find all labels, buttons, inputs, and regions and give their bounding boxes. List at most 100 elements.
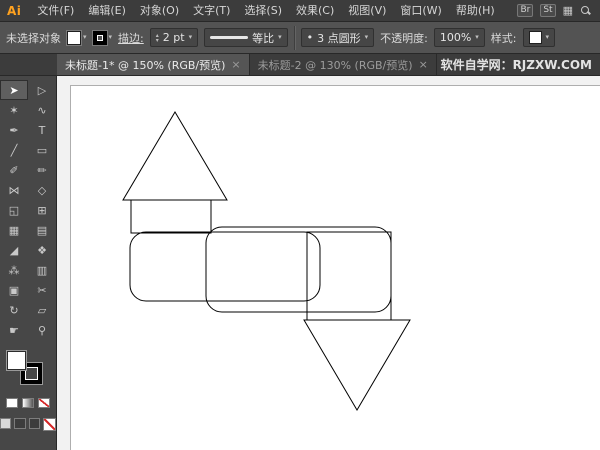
tabbar-spacer (0, 54, 57, 75)
tool-glyph-icon: ▷ (37, 83, 47, 97)
menu-items: 文件(F) 编辑(E) 对象(O) 文字(T) 选择(S) 效果(C) 视图(V… (30, 0, 501, 22)
pen-tool[interactable]: ✒ (0, 120, 28, 140)
menu-window[interactable]: 窗口(W) (393, 0, 448, 22)
menu-effect[interactable]: 效果(C) (289, 0, 341, 22)
tool-glyph-icon: ▱ (37, 303, 47, 317)
workspace-switcher-icon[interactable]: ▦ (563, 0, 573, 22)
fill-swatch[interactable] (6, 350, 27, 371)
mesh-tool[interactable]: ▦ (0, 220, 28, 240)
rotate-tool[interactable]: ↻ (0, 300, 28, 320)
chevron-down-icon[interactable]: ▾ (475, 34, 479, 41)
gradient-button[interactable] (22, 398, 34, 408)
tool-glyph-icon: ➤ (9, 83, 19, 97)
scale-tool[interactable]: ▱ (28, 300, 56, 320)
hand-tool[interactable]: ☛ (0, 320, 28, 340)
stroke-none-swatch[interactable] (42, 418, 56, 431)
zoom-tool[interactable]: ⚲ (28, 320, 56, 340)
tool-glyph-icon: ⊞ (37, 203, 47, 217)
divider (293, 25, 295, 50)
gradient-tool[interactable]: ▤ (28, 220, 56, 240)
artboard-tool[interactable]: ▣ (0, 280, 28, 300)
rounded-rect-left[interactable] (129, 231, 321, 302)
column-graph-tool[interactable]: ▥ (28, 260, 56, 280)
tool-glyph-icon: ╱ (10, 143, 18, 157)
opacity-label[interactable]: 不透明度: (380, 30, 428, 46)
free-transform-tool[interactable]: ◇ (28, 180, 56, 200)
menu-type[interactable]: 文字(T) (186, 0, 237, 22)
stroke-profile-dropdown[interactable]: 等比 ▾ (204, 28, 288, 47)
opacity-field[interactable]: 100% ▾ (433, 28, 485, 47)
stroke-width-field[interactable]: ▴ ▾ 2 pt ▾ (149, 28, 199, 47)
none-button[interactable] (38, 398, 50, 408)
stepper-down-icon[interactable]: ▾ (156, 37, 159, 43)
tool-grid: ➤ ▷ ✶ ∿ ✒ T ╱ ▭ ✐ ✏ ⋈ ◇ ◱ ⊞ ▦ ▤ ◢ ❖ ⁂ ▥ … (0, 80, 56, 340)
tab-untitled-1[interactable]: 未标题-1* @ 150% (RGB/预览) × (57, 54, 250, 75)
brush-definition-dropdown[interactable]: • 3 点圆形 ▾ (300, 28, 375, 47)
down-arrow-triangle[interactable] (303, 319, 411, 411)
chevron-down-icon[interactable]: ▾ (189, 34, 193, 41)
symbol-sprayer-tool[interactable]: ⁂ (0, 260, 28, 280)
tool-glyph-icon: ◢ (9, 243, 19, 257)
draw-normal-button[interactable] (0, 418, 12, 429)
document-tabs: 未标题-1* @ 150% (RGB/预览) × 未标题-2 @ 130% (R… (57, 54, 437, 75)
type-tool[interactable]: T (28, 120, 56, 140)
tool-glyph-icon: ▭ (36, 143, 48, 157)
slice-tool[interactable]: ✂ (28, 280, 56, 300)
chevron-down-icon: ▾ (108, 33, 113, 41)
line-segment-tool[interactable]: ╱ (0, 140, 28, 160)
rounded-rect-right[interactable] (205, 226, 392, 313)
rectangle-tool[interactable]: ▭ (28, 140, 56, 160)
tab-untitled-2[interactable]: 未标题-2 @ 130% (RGB/预览) × (249, 54, 437, 75)
menu-view[interactable]: 视图(V) (341, 0, 393, 22)
close-icon[interactable]: × (419, 58, 428, 71)
menu-help[interactable]: 帮助(H) (449, 0, 502, 22)
search-icon[interactable] (580, 5, 591, 16)
color-button[interactable] (6, 398, 18, 408)
shape-builder-tool[interactable]: ◱ (0, 200, 28, 220)
menu-object[interactable]: 对象(O) (133, 0, 186, 22)
direct-selection-tool[interactable]: ▷ (28, 80, 56, 100)
document-tab-bar: 未标题-1* @ 150% (RGB/预览) × 未标题-2 @ 130% (R… (0, 54, 600, 76)
width-tool[interactable]: ⋈ (0, 180, 28, 200)
menu-bar: Ai 文件(F) 编辑(E) 对象(O) 文字(T) 选择(S) 效果(C) 视… (0, 0, 600, 22)
canvas-area[interactable] (57, 76, 600, 450)
chevron-down-icon: ▾ (545, 33, 550, 41)
tool-glyph-icon: ▦ (8, 223, 20, 237)
bridge-icon[interactable]: Br (517, 4, 534, 17)
magic-wand-tool[interactable]: ✶ (0, 100, 28, 120)
draw-inside-button[interactable] (28, 418, 40, 429)
draw-behind-button[interactable] (14, 418, 26, 429)
stroke-panel-link[interactable]: 描边: (118, 30, 144, 46)
tool-glyph-icon: ❖ (37, 243, 47, 257)
stepper-icon[interactable]: ▴ ▾ (156, 32, 159, 43)
up-arrow-stem-rect[interactable] (130, 199, 212, 234)
stock-icon[interactable]: St (540, 4, 556, 17)
close-icon[interactable]: × (231, 58, 240, 71)
tool-glyph-icon: ◇ (37, 183, 47, 197)
style-preview-swatch (528, 31, 542, 44)
paintbrush-tool[interactable]: ✐ (0, 160, 28, 180)
tool-glyph-icon: ✐ (9, 163, 19, 177)
control-bar: 未选择对象 ▾ ▾ 描边: ▴ ▾ 2 pt ▾ 等比 ▾ • 3 点圆形 ▾ … (0, 22, 600, 54)
stroke-color-swatch[interactable]: ▾ (92, 30, 113, 45)
pencil-tool[interactable]: ✏ (28, 160, 56, 180)
perspective-grid-tool[interactable]: ⊞ (28, 200, 56, 220)
menu-file[interactable]: 文件(F) (30, 0, 81, 22)
paint-style-row (0, 398, 56, 408)
eyedropper-tool[interactable]: ◢ (0, 240, 28, 260)
blend-tool[interactable]: ❖ (28, 240, 56, 260)
tool-glyph-icon: ◱ (8, 203, 20, 217)
tool-glyph-icon: ⁂ (8, 263, 20, 277)
up-arrow-triangle[interactable] (122, 111, 228, 201)
style-dropdown[interactable]: ▾ (522, 28, 556, 47)
tool-glyph-icon: ▥ (36, 263, 48, 277)
selection-tool[interactable]: ➤ (0, 80, 28, 100)
tool-glyph-icon: ▤ (36, 223, 48, 237)
lasso-tool[interactable]: ∿ (28, 100, 56, 120)
tab-label: 未标题-2 @ 130% (RGB/预览) (257, 58, 413, 72)
menu-edit[interactable]: 编辑(E) (81, 0, 133, 22)
tool-glyph-icon: ☛ (9, 323, 19, 337)
app-logo[interactable]: Ai (0, 4, 30, 18)
menu-select[interactable]: 选择(S) (237, 0, 289, 22)
fill-color-swatch[interactable]: ▾ (67, 30, 87, 45)
